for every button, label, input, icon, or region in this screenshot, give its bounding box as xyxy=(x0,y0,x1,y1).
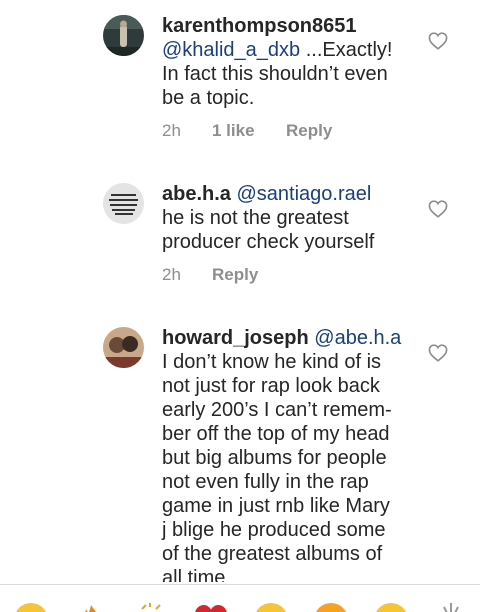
comment-meta: 2h 1 like Reply xyxy=(162,121,332,145)
comment-time: 2h xyxy=(162,265,181,284)
comment-line: be a topic. xyxy=(162,87,255,109)
comment-username[interactable]: karenthompson8651 xyxy=(162,15,357,37)
comment-line: not just for rap look back xyxy=(162,375,380,397)
comment-text: howard_joseph @abe.h.a I don’t know he k… xyxy=(162,326,412,582)
heart-outline-icon[interactable] xyxy=(428,200,448,218)
comment-line: all time xyxy=(162,567,226,582)
heart-outline-icon[interactable] xyxy=(428,32,448,50)
comment-text: abe.h.a @santiago.rael he is not the gre… xyxy=(162,182,412,254)
comment-username[interactable]: abe.h.a xyxy=(162,183,231,205)
comment-time: 2h xyxy=(162,121,181,140)
comment-line: but big albums for people xyxy=(162,447,387,469)
comment-line: game in just rnb like Mary xyxy=(162,495,390,517)
comment-line: he is not the greatest xyxy=(162,207,349,229)
reply-button[interactable]: Reply xyxy=(286,121,332,145)
comment-mention[interactable]: @abe.h.a xyxy=(314,327,401,349)
comment-line: In fact this shouldn’t even xyxy=(162,63,388,85)
comment-line: producer check yourself xyxy=(162,231,375,253)
comment-text: karenthompson8651 @khalid_a_dxb ...Exact… xyxy=(162,14,412,110)
comment-mention[interactable]: @khalid_a_dxb xyxy=(162,39,300,61)
comment-line: I don’t know he kind of is xyxy=(162,351,382,373)
comment-line: not even fully in the rap xyxy=(162,471,369,493)
comment-likes-count[interactable]: 1 like xyxy=(212,121,286,145)
comment-line: early 200’s I can’t remem- xyxy=(162,399,392,421)
comment-line: ber off the top of my head xyxy=(162,423,390,445)
comment-line: ...Exactly! xyxy=(305,39,393,61)
comment-line: j blige he produced some xyxy=(162,519,386,541)
comment-mention[interactable]: @santiago.rael xyxy=(236,183,371,205)
heart-outline-icon[interactable] xyxy=(428,344,448,362)
emoji-reaction-bar xyxy=(0,584,480,612)
avatar[interactable] xyxy=(103,183,144,224)
comment-meta: 2h Reply xyxy=(162,265,258,289)
avatar[interactable] xyxy=(103,15,144,56)
avatar[interactable] xyxy=(103,327,144,368)
reply-button[interactable]: Reply xyxy=(212,265,258,289)
comment-username[interactable]: howard_joseph xyxy=(162,327,309,349)
comment-line: of the greatest albums of xyxy=(162,543,383,565)
